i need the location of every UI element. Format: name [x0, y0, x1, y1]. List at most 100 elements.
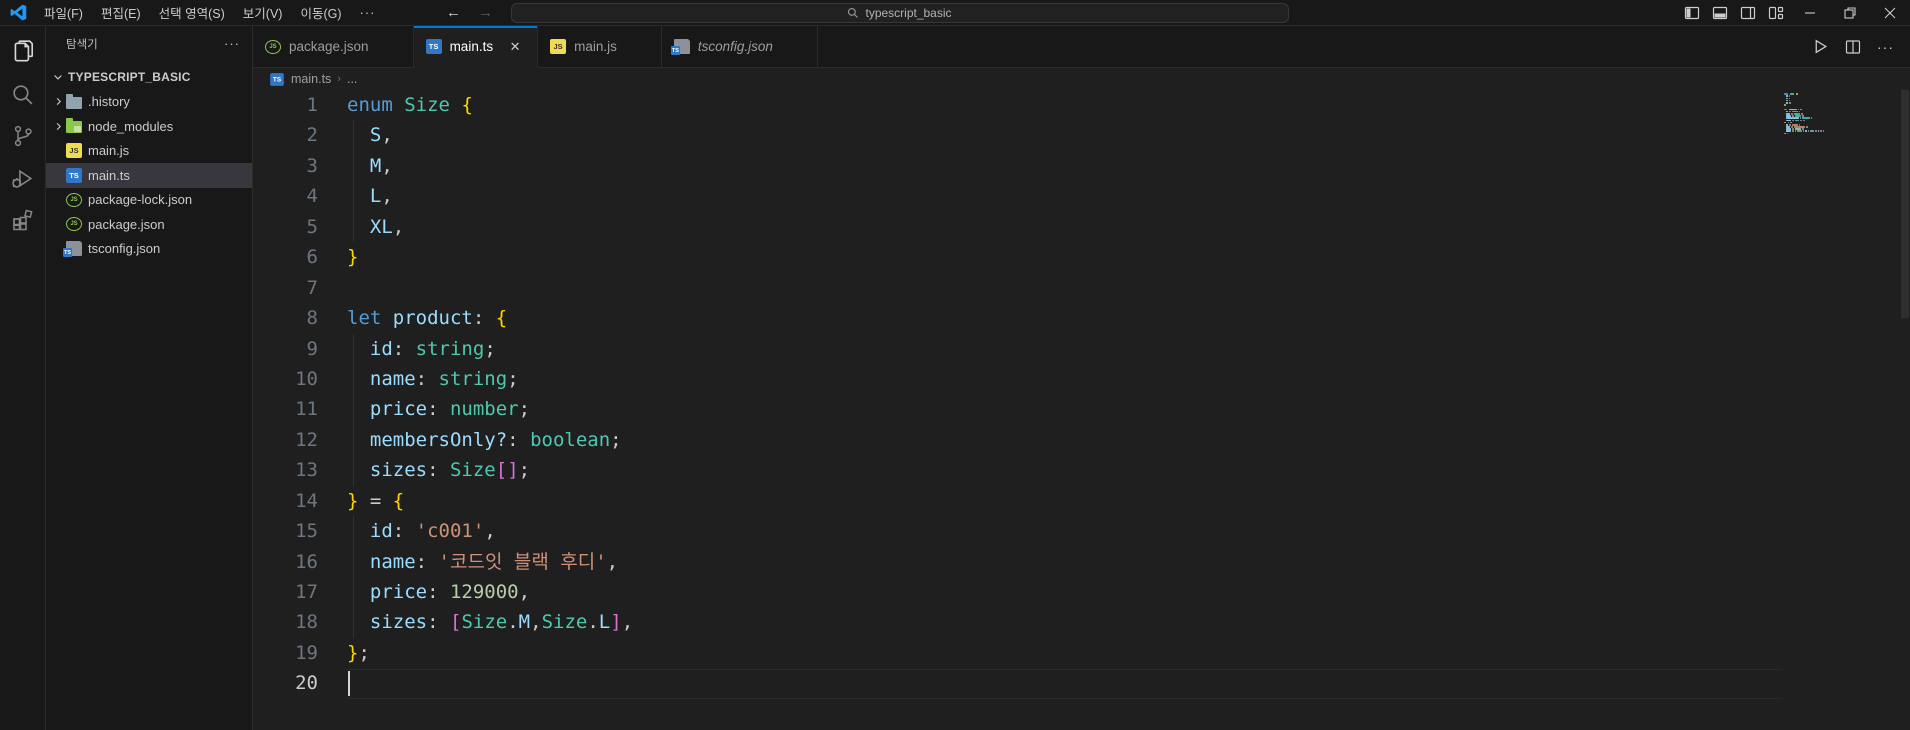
- menu-overflow-button[interactable]: ···: [351, 3, 385, 22]
- activity-explorer[interactable]: [0, 31, 46, 73]
- sidebar-more-actions[interactable]: ···: [224, 36, 240, 51]
- line-number: 16: [295, 550, 318, 573]
- file-tree: TYPESCRIPT_BASIC .history node_modules JS m…: [46, 65, 252, 261]
- code-token: Size: [461, 611, 508, 634]
- nav-forward-icon[interactable]: →: [475, 4, 497, 21]
- toggle-panel-icon[interactable]: [1706, 1, 1734, 25]
- minimap-token: [1800, 108, 1802, 111]
- line-number: 13: [295, 459, 318, 482]
- code-content[interactable]: enum Size { S, M, L, XL,} let product: { …: [347, 90, 1910, 699]
- toggle-primary-sidebar-icon[interactable]: [1678, 1, 1706, 25]
- minimap[interactable]: [1784, 93, 1830, 137]
- line-number: 10: [295, 367, 318, 390]
- customize-layout-icon[interactable]: [1762, 1, 1790, 25]
- code-token: :: [427, 581, 450, 603]
- code-token: ,: [530, 611, 542, 634]
- command-center-search[interactable]: typescript_basic: [510, 2, 1289, 23]
- history-nav: ← →: [443, 4, 497, 21]
- ts-badge-icon: TS: [63, 248, 72, 258]
- nav-back-icon[interactable]: ←: [443, 4, 465, 21]
- tab-main.js[interactable]: JSmain.js✕: [538, 26, 662, 67]
- tree-item-package-lock.json[interactable]: JS package-lock.json: [46, 188, 252, 213]
- line-number: 11: [295, 398, 318, 421]
- code-line: };: [347, 638, 1910, 668]
- tree-item-tsconfig.json[interactable]: TS tsconfig.json: [46, 237, 252, 262]
- activity-search[interactable]: [0, 73, 46, 115]
- tree-root-typescript-basic[interactable]: TYPESCRIPT_BASIC: [46, 65, 252, 90]
- node-json-icon: JS: [66, 192, 82, 207]
- code-line: name: '코드잇 블랙 후디',: [347, 546, 1910, 577]
- code-token: string: [438, 367, 508, 390]
- code-token: [: [449, 611, 462, 634]
- tree-item-package.json[interactable]: JS package.json: [46, 212, 252, 237]
- minimap-token: [1815, 130, 1817, 133]
- menu-item[interactable]: 파일(F): [35, 3, 92, 25]
- minimap-token: [1786, 102, 1789, 104]
- minimap-token: [1784, 104, 1786, 106]
- code-editor[interactable]: 1 2 3 4 5 6 7 8 9 10 11 12 13 14 15 16 17 18 19 20 enum Siz…: [253, 90, 1910, 730]
- code-token: '코드잇 블랙 후디': [438, 550, 607, 573]
- editor-scrollbar[interactable]: [1900, 90, 1910, 730]
- line-number: 2: [306, 124, 318, 147]
- toggle-secondary-sidebar-icon[interactable]: [1734, 1, 1762, 25]
- code-token: 'c001': [415, 520, 485, 543]
- activity-run-debug[interactable]: [0, 157, 46, 199]
- menu-item[interactable]: 이동(G): [291, 3, 350, 25]
- indent-guide: [353, 577, 354, 608]
- breadcrumb-symbol[interactable]: ...: [347, 72, 357, 86]
- code-token: Size: [404, 94, 450, 116]
- code-line: price: 129000,: [347, 577, 1910, 608]
- minimap-token: [1788, 95, 1791, 98]
- close-window-button[interactable]: [1870, 0, 1910, 25]
- activity-source-control[interactable]: [0, 115, 46, 157]
- code-token: product: [392, 307, 473, 330]
- window-controls: [1678, 0, 1910, 25]
- line-number: 6: [306, 246, 318, 269]
- more-actions-button[interactable]: ···: [1877, 39, 1894, 55]
- node-json-icon: JS: [66, 217, 82, 232]
- tree-item-.history[interactable]: .history: [46, 90, 252, 115]
- menu-item[interactable]: 선택 영역(S): [150, 3, 234, 25]
- vscode-logo-icon: [10, 4, 27, 21]
- tsconfig-file-icon: TS: [670, 39, 690, 55]
- code-line: membersOnly?: boolean;: [347, 424, 1910, 456]
- code-token: L: [369, 185, 382, 208]
- activity-extensions[interactable]: [0, 199, 46, 241]
- line-number: 3: [306, 154, 318, 177]
- code-token: name: [369, 367, 416, 390]
- code-token: :: [427, 459, 450, 482]
- code-token: :: [427, 611, 450, 634]
- run-button-icon[interactable]: [1812, 38, 1829, 55]
- tab-main.ts[interactable]: TS main.ts ✕: [413, 26, 539, 68]
- code-token: string: [415, 337, 485, 360]
- breadcrumb[interactable]: TS main.ts › ...: [253, 68, 1910, 90]
- split-editor-icon[interactable]: [1845, 39, 1861, 55]
- tree-item-label: package.json: [88, 216, 165, 232]
- breadcrumb-file[interactable]: main.ts: [291, 72, 331, 86]
- tab-close-icon[interactable]: ✕: [505, 37, 525, 57]
- tree-item-main.js[interactable]: JS main.js: [46, 139, 252, 164]
- minimize-button[interactable]: [1790, 0, 1830, 25]
- minimap-token: [1796, 93, 1798, 95]
- code-token: enum: [347, 94, 393, 116]
- chevron-down-icon: [50, 69, 66, 85]
- menu-item[interactable]: 편집(E): [92, 3, 150, 25]
- code-token: Size: [449, 459, 496, 482]
- code-line: sizes: Size[];: [347, 455, 1910, 486]
- indent-guide: [353, 455, 354, 486]
- tree-item-node_modules[interactable]: node_modules: [46, 114, 252, 139]
- restore-button[interactable]: [1830, 0, 1870, 25]
- scrollbar-slider[interactable]: [1901, 90, 1909, 318]
- tab-tsconfig.json[interactable]: TStsconfig.json✕: [662, 26, 818, 67]
- minimap-token: [1786, 95, 1788, 98]
- tree-item-label: main.ts: [88, 167, 130, 183]
- menu-item[interactable]: 보기(V): [234, 3, 292, 25]
- tree-item-main.ts[interactable]: TS main.ts: [46, 163, 252, 188]
- minimap-token: [1789, 108, 1797, 111]
- tab-package.json[interactable]: JSpackage.json✕: [253, 26, 414, 67]
- code-token: id: [369, 337, 393, 360]
